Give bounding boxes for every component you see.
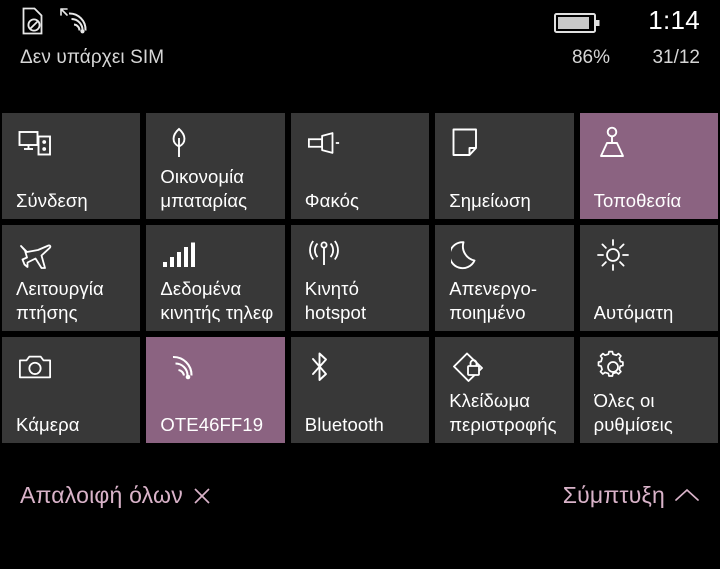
quick-action-tile[interactable]: Σύνδεση [2,113,141,219]
collapse-button[interactable]: Σύμπτυξη [563,482,700,509]
hotspot-icon [307,238,341,272]
clock: 1:14 [648,5,700,35]
quick-action-tile[interactable]: Δεδομένα κινητής τηλεφ [146,225,285,331]
quick-action-tile[interactable]: Οικονομία μπαταρίας [146,113,285,219]
quick-action-tile[interactable]: Κινητό hotspot [290,225,430,331]
collapse-label: Σύμπτυξη [562,482,665,508]
wifi-icon [162,350,196,384]
brightness-sun-icon [596,238,630,272]
quick-action-tile[interactable]: Όλες οι ρυθμίσεις [579,337,718,443]
quick-action-tile[interactable]: OTE46FF19 [146,337,285,443]
flashlight-icon [307,126,341,160]
quick-actions-grid: Σύνδεση Οικονομία μπαταρίας Φακός Σημείωση Τ… [2,113,718,443]
clear-all-label: Απαλοιφή όλων [20,482,183,508]
quick-action-tile-label: Bluetooth [304,414,384,435]
quick-action-tile[interactable]: Απενεργο- ποιημένο [435,225,574,331]
no-sim-icon [20,6,46,36]
date: 31/12 [652,47,700,68]
clear-all-button[interactable]: Απαλοιφή όλων [20,482,212,509]
quick-action-tile-label: Απενεργο- ποιημένο [449,278,538,323]
quick-action-tile-label: Λειτουργία πτήσης [16,278,104,323]
gear-icon [596,350,630,384]
quick-action-tile-label: Τοποθεσία [593,190,682,211]
action-bar: Απαλοιφή όλων Σύμπτυξη [0,472,720,528]
quick-action-tile[interactable]: Φακός [290,113,430,219]
quick-action-tile[interactable]: Κάμερα [2,337,141,443]
quick-action-tile[interactable]: Λειτουργία πτήσης [2,225,141,331]
quick-action-tile[interactable]: Τοποθεσία [579,113,718,219]
wifi-signal-icon [56,6,90,36]
sim-status-text: Δεν υπάρχει SIM [20,47,165,68]
chevron-up-icon [674,486,700,506]
quick-action-tile-label: Κλείδωμα περιστροφής [449,390,557,435]
camera-icon [18,350,52,384]
airplane-icon [18,238,52,272]
rotation-lock-icon [451,350,485,384]
quick-action-tile-label: Κάμερα [16,414,80,435]
signal-bars-icon [162,238,196,272]
quick-action-tile-label: Φακός [304,190,359,211]
close-x-icon [192,486,212,506]
quick-action-tile-label: Δεδομένα κινητής τηλεφ [160,278,274,323]
action-center-screen: Δεν υπάρχει SIM 1:14 86% 31/12 Σύνδεση Οι… [0,0,720,569]
quick-action-tile-label: Οικονομία μπαταρίας [160,166,248,211]
quick-action-tile-label: Σημείωση [449,190,531,211]
quick-action-tile-label: Αυτόματη [593,302,674,323]
location-icon [596,126,630,160]
note-icon [451,126,485,160]
quick-action-tile-label: Σύνδεση [16,190,88,211]
bluetooth-icon [307,350,341,384]
status-icons-group [20,6,90,36]
quick-action-tile[interactable]: Κλείδωμα περιστροφής [435,337,574,443]
moon-icon [451,238,485,272]
status-bar: Δεν υπάρχει SIM 1:14 86% 31/12 [0,0,720,100]
connect-icon [18,126,52,160]
leaf-icon [162,126,196,160]
quick-action-tile-label: Κινητό hotspot [304,278,367,323]
quick-action-tile[interactable]: Αυτόματη [579,225,718,331]
quick-action-tile[interactable]: Σημείωση [435,113,574,219]
quick-action-tile[interactable]: Bluetooth [290,337,430,443]
quick-action-tile-label: Όλες οι ρυθμίσεις [593,390,673,435]
quick-action-tile-label: OTE46FF19 [160,414,264,435]
battery-percent: 86% [571,47,610,68]
battery-icon [554,10,602,41]
